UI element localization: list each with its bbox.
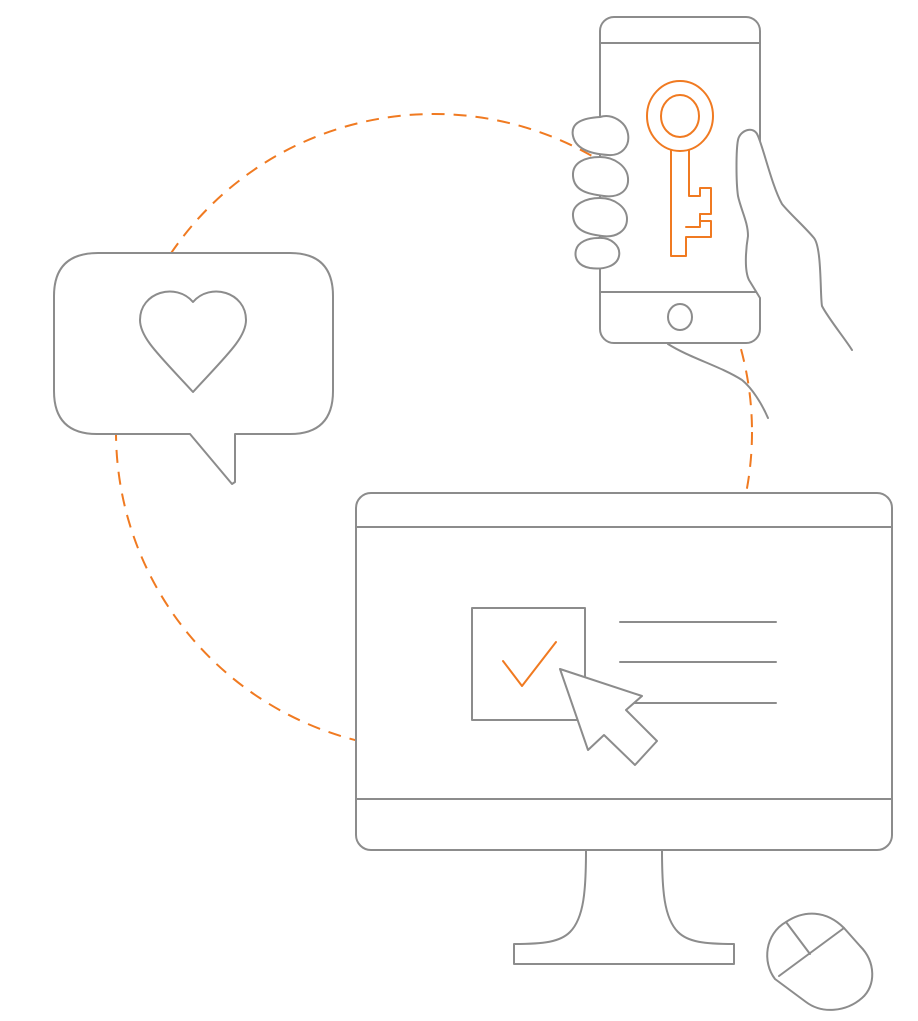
monitor-frame (355, 492, 893, 851)
mouse-icon (766, 912, 874, 1011)
heart-speech-bubble-icon (53, 252, 334, 485)
hand-palm (667, 343, 769, 419)
desktop-monitor-icon (355, 492, 893, 965)
phone-with-hand (571, 16, 853, 419)
monitor-stand (513, 849, 735, 965)
secure-login-illustration (53, 16, 893, 1011)
